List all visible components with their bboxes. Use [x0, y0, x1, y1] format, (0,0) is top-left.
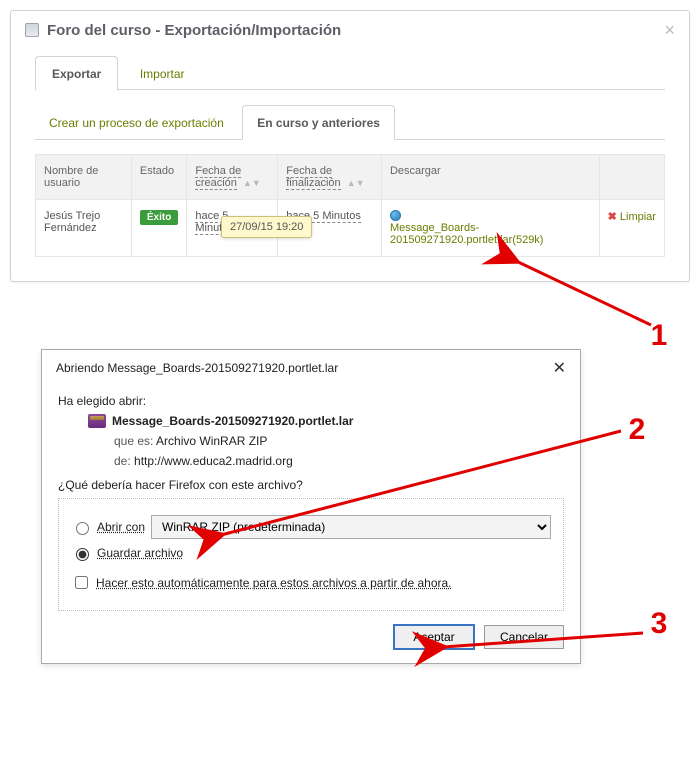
dialog-buttons: Aceptar Cancelar — [58, 625, 564, 649]
modal-header: Foro del curso - Exportación/Importación… — [11, 11, 689, 47]
modal-title: Foro del curso - Exportación/Importación — [47, 22, 341, 39]
col-state: Estado — [131, 155, 186, 200]
dialog-type-label: que es: — [114, 434, 153, 448]
cell-state: Éxito — [131, 200, 186, 257]
clear-icon[interactable]: ✖ — [608, 211, 617, 223]
col-download: Descargar — [381, 155, 599, 200]
export-import-modal: Foro del curso - Exportación/Importación… — [10, 10, 690, 282]
open-with-radio[interactable] — [76, 522, 89, 535]
col-finish-date[interactable]: Fecha de finalización ▲▼ — [278, 155, 382, 200]
dialog-body: Ha elegido abrir: Message_Boards-2015092… — [42, 384, 580, 663]
dialog-file-type: que es: Archivo WinRAR ZIP — [114, 434, 564, 448]
auto-row: Hacer esto automáticamente para estos ar… — [71, 573, 551, 592]
dialog-from-value: http://www.educa2.madrid.org — [134, 454, 293, 468]
subtab-create-process[interactable]: Crear un proceso de exportación — [35, 106, 238, 139]
col-create-date[interactable]: Fecha de creación ▲▼ — [187, 155, 278, 200]
secondary-tabs: Crear un proceso de exportación En curso… — [35, 104, 665, 140]
dialog-title: Abriendo Message_Boards-201509271920.por… — [56, 361, 549, 375]
dialog-titlebar: Abriendo Message_Boards-201509271920.por… — [42, 350, 580, 384]
col-create-date-label: Fecha de creación — [195, 165, 241, 190]
cell-user: Jesús Trejo Fernández — [36, 200, 132, 257]
dialog-chosen-label: Ha elegido abrir: — [58, 394, 564, 408]
dialog-from-label: de: — [114, 454, 131, 468]
cell-clear: ✖Limpiar — [599, 200, 664, 257]
open-with-select[interactable]: WinRAR.ZIP (predeterminada) — [151, 515, 551, 539]
subtab-ongoing[interactable]: En curso y anteriores — [242, 105, 395, 140]
dialog-file-from: de: http://www.educa2.madrid.org — [114, 454, 564, 468]
primary-tabs: Exportar Importar — [35, 55, 665, 90]
clear-link[interactable]: Limpiar — [620, 211, 656, 223]
dialog-filename: Message_Boards-201509271920.portlet.lar — [112, 414, 353, 428]
open-with-label: Abrir con — [97, 520, 145, 534]
dialog-close-icon[interactable]: ✕ — [549, 358, 570, 378]
tab-import[interactable]: Importar — [123, 56, 202, 90]
save-file-label: Guardar archivo — [97, 546, 183, 560]
dialog-type-value: Archivo WinRAR ZIP — [156, 434, 267, 448]
tab-export[interactable]: Exportar — [35, 56, 118, 90]
col-finish-date-label: Fecha de finalización — [286, 165, 340, 190]
callout-3: 3 — [651, 607, 668, 640]
open-with-row: Abrir con WinRAR.ZIP (predeterminada) — [71, 515, 551, 539]
exports-table: Nombre de usuario Estado Fecha de creaci… — [35, 154, 665, 257]
callout-1: 1 — [651, 319, 668, 352]
auto-checkbox[interactable] — [75, 576, 88, 589]
accept-button[interactable]: Aceptar — [394, 625, 474, 649]
winrar-icon — [88, 414, 106, 428]
dialog-action-group: Abrir con WinRAR.ZIP (predeterminada) Gu… — [58, 498, 564, 611]
save-file-row: Guardar archivo — [71, 545, 551, 561]
close-icon[interactable]: × — [664, 21, 675, 39]
app-icon — [25, 23, 39, 37]
cell-download: Message_Boards-201509271920.portlet.lar(… — [381, 200, 599, 257]
save-file-radio[interactable] — [76, 548, 89, 561]
sort-arrows-icon[interactable]: ▲▼ — [347, 178, 365, 188]
modal-content: Exportar Importar Crear un proceso de ex… — [11, 47, 689, 281]
auto-label: Hacer esto automáticamente para estos ar… — [96, 576, 452, 590]
sort-arrows-icon[interactable]: ▲▼ — [243, 178, 261, 188]
download-link[interactable]: Message_Boards-201509271920.portlet.lar(… — [390, 222, 591, 246]
callout-2: 2 — [629, 413, 646, 446]
col-actions — [599, 155, 664, 200]
status-badge: Éxito — [140, 210, 178, 225]
table-row: Jesús Trejo Fernández Éxito hace 5 Minut… — [36, 200, 665, 257]
dialog-file-line: Message_Boards-201509271920.portlet.lar — [88, 414, 564, 428]
download-dialog: Abriendo Message_Boards-201509271920.por… — [41, 349, 581, 664]
date-tooltip: 27/09/15 19:20 — [221, 216, 312, 238]
globe-icon — [390, 210, 401, 221]
dialog-question: ¿Qué debería hacer Firefox con este arch… — [58, 478, 564, 492]
cancel-button[interactable]: Cancelar — [484, 625, 564, 649]
col-user: Nombre de usuario — [36, 155, 132, 200]
